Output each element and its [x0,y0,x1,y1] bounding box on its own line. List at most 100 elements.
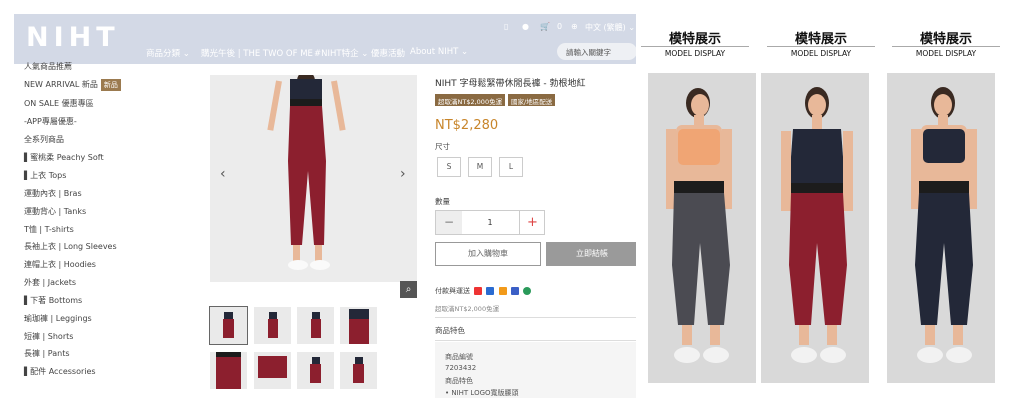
top-navigation-bar: NIHT ▯ ● 🛒 0 ⊕ 中文 (繁體) ⌄ 商品分類 ⌄ 購光午後 | T… [14,14,636,64]
size-option-m[interactable]: M [468,157,492,177]
thumbnail-8[interactable] [340,352,377,389]
account-icon[interactable]: ● [522,22,529,31]
delivery-truck-icon [510,287,519,295]
product-code-value: 7203432 [445,364,477,372]
sidebar-item-all[interactable]: 全系列商品 [24,134,64,145]
sidebar-item-hoodies[interactable]: 連帽上衣 | Hoodies [24,259,96,270]
model-display-title: 模特展示 [794,32,847,47]
thumbnail-graphic [216,352,241,389]
language-label: 中文 (繁體) [585,23,626,32]
quantity-label: 數量 [435,197,450,206]
nav-label: About NIHT [410,47,459,57]
model-photo-burgundy-pants [761,73,869,383]
thumbnail-graphic [311,312,321,338]
sidebar-item-tops[interactable]: ▌上衣 Tops [24,170,66,181]
sidebar-item-tanks[interactable]: 運動背心 | Tanks [24,206,86,217]
size-option-l[interactable]: L [499,157,523,177]
model-photo-navy-pants [887,73,995,383]
payment-label: 付款與運送 [435,287,470,295]
sidebar-item-accessories[interactable]: ▌配件 Accessories [24,366,96,377]
quantity-stepper: − 1 + [435,210,545,235]
thumbnail-graphic [353,357,364,383]
nav-item-special[interactable]: #NIHT特企 ⌄ [314,47,368,59]
cart-count: 0 [557,22,563,31]
sidebar-item-bottoms[interactable]: ▌下著 Bottoms [24,295,82,306]
quantity-increase-button[interactable]: + [519,211,545,234]
model-display-title: 模特展示 [919,32,972,47]
language-selector[interactable]: 中文 (繁體) ⌄ [585,22,635,33]
product-price: NT$2,280 [435,118,499,133]
globe-icon [523,287,532,295]
nav-label: #NIHT特企 [314,49,359,59]
phone-icon[interactable]: ▯ [504,22,508,31]
product-main-image[interactable] [210,75,417,282]
zoom-icon[interactable]: ⌕ [400,281,417,298]
title-underline [641,46,749,47]
product-code-label: 商品編號 [445,353,473,361]
prev-image-arrow-icon[interactable]: ‹ [220,166,226,182]
next-image-arrow-icon[interactable]: › [400,166,406,182]
thumbnail-3[interactable] [297,307,334,344]
add-to-cart-button[interactable]: 加入購物車 [435,242,541,266]
thumbnail-graphic [223,312,234,338]
thumbnail-7[interactable] [297,352,334,389]
product-feature-label: 商品特色 [445,377,473,385]
brand-logo[interactable]: NIHT [26,22,120,53]
thumbnail-5[interactable] [210,352,247,389]
thumbnail-graphic [268,312,278,338]
free-shipping-badge: 超取滿NT$2,000免運 [435,94,506,106]
nav-label: 商品分類 [146,49,181,59]
sidebar-item-new-arrival[interactable]: NEW ARRIVAL 新品 新品 [24,79,121,91]
thumbnail-graphic [349,309,369,344]
sidebar-item-popular[interactable]: 人氣商品推薦 [24,61,72,72]
title-underline [892,46,1000,47]
shop-page: NIHT ▯ ● 🛒 0 ⊕ 中文 (繁體) ⌄ 商品分類 ⌄ 購光午後 | T… [14,14,636,398]
model-display-subtitle: MODEL DISPLAY [915,49,977,58]
payment-shipping-row: 付款與運送 [435,286,532,296]
thumbnail-4[interactable] [340,307,377,344]
sidebar-item-shorts[interactable]: 短褲 | Shorts [24,331,73,342]
divider [435,317,636,318]
sidebar-item-jackets[interactable]: 外套 | Jackets [24,277,76,288]
globe-icon: ⊕ [571,22,578,31]
shipping-note: 超取滿NT$2,000免運 [435,305,500,313]
sidebar-item-on-sale[interactable]: ON SALE 優惠專區 [24,98,94,109]
sidebar-item-peachy-soft[interactable]: ▌蜜桃柔 Peachy Soft [24,152,104,163]
payment-logo-icon [498,287,507,295]
nav-item-about[interactable]: About NIHT ⌄ [410,47,468,57]
sidebar-item-tshirts[interactable]: T恤 | T-shirts [24,224,74,235]
nav-item-categories[interactable]: 商品分類 ⌄ [146,47,190,59]
thumbnail-graphic [310,357,321,383]
sidebar-item-long-sleeves[interactable]: 長袖上衣 | Long Sleeves [24,241,117,252]
model-display-subtitle: MODEL DISPLAY [790,49,852,58]
thumbnail-1[interactable] [209,306,248,345]
sidebar-item-leggings[interactable]: 瑜珈褲 | Leggings [24,313,92,324]
nav-item-collection[interactable]: 購光午後 | THE TWO OF ME [201,47,313,59]
thumbnail-2[interactable] [254,307,291,344]
new-tag-badge: 新品 [100,79,121,91]
model-display-subtitle: MODEL DISPLAY [664,49,726,58]
model-figure [911,87,977,363]
sidebar-item-bras[interactable]: 運動內衣 | Bras [24,188,82,199]
sidebar-item-pants[interactable]: 長褲 | Pants [24,348,70,359]
quantity-decrease-button[interactable]: − [436,211,462,234]
size-label: 尺寸 [435,142,450,151]
sidebar-item-label: NEW ARRIVAL 新品 [24,80,98,89]
product-feature-item: • NIHT LOGO寬版腰頭 [445,389,519,397]
size-option-s[interactable]: S [437,157,461,177]
sidebar-item-app-offer[interactable]: -APP專屬優惠- [24,116,77,127]
buy-now-button[interactable]: 立即結帳 [546,242,636,266]
model-display-title: 模特展示 [668,32,721,47]
features-heading[interactable]: 商品特色 [435,325,465,336]
divider [435,340,636,341]
model-photo-grey-pants [648,73,756,383]
thumbnail-graphic [258,356,287,378]
region-shipping-badge: 國家/地區配送 [508,94,556,106]
quantity-input[interactable]: 1 [462,211,518,234]
composite-image: NIHT ▯ ● 🛒 0 ⊕ 中文 (繁體) ⌄ 商品分類 ⌄ 購光午後 | T… [0,0,1024,410]
thumbnail-6[interactable] [254,352,291,389]
cart-icon[interactable]: 🛒 [540,22,550,31]
search-input[interactable]: 請輸入關鍵字 [557,43,636,60]
model-figure-burgundy [210,75,417,282]
nav-item-promotions[interactable]: 優惠活動 [371,47,405,59]
